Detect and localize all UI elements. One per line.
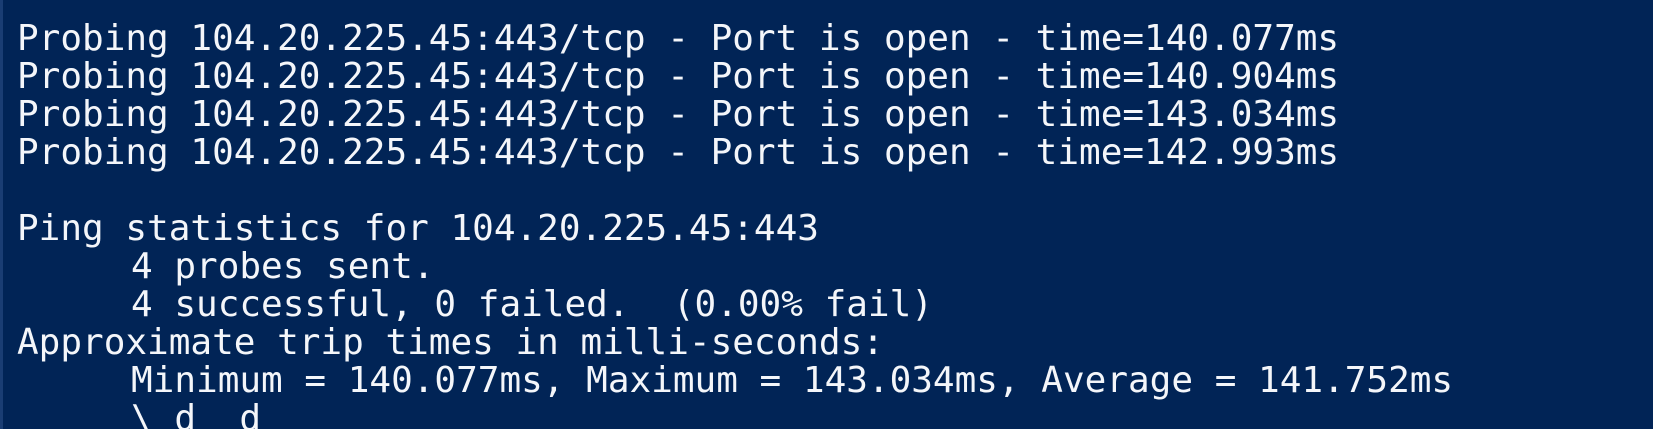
probe-line-1: Probing 104.20.225.45:443/tcp - Port is …: [17, 18, 1340, 59]
console-output: Probing 104.20.225.45:443/tcp - Port is …: [17, 20, 1647, 400]
ping-statistics-header: Ping statistics for 104.20.225.45:443: [17, 208, 819, 249]
partial-cut-off-line: \ d d: [131, 400, 262, 429]
probe-line-3: Probing 104.20.225.45:443/tcp - Port is …: [17, 94, 1340, 135]
powershell-console[interactable]: Probing 104.20.225.45:443/tcp - Port is …: [0, 0, 1653, 429]
console-left-border: [0, 0, 3, 429]
trip-times-summary: Minimum = 140.077ms, Maximum = 143.034ms…: [131, 360, 1454, 401]
success-summary-line: 4 successful, 0 failed. (0.00% fail): [131, 284, 933, 325]
trip-times-header: Approximate trip times in milli-seconds:: [17, 322, 884, 363]
probe-line-4: Probing 104.20.225.45:443/tcp - Port is …: [17, 132, 1340, 173]
probe-line-2: Probing 104.20.225.45:443/tcp - Port is …: [17, 56, 1340, 97]
probes-sent-line: 4 probes sent.: [131, 246, 435, 287]
